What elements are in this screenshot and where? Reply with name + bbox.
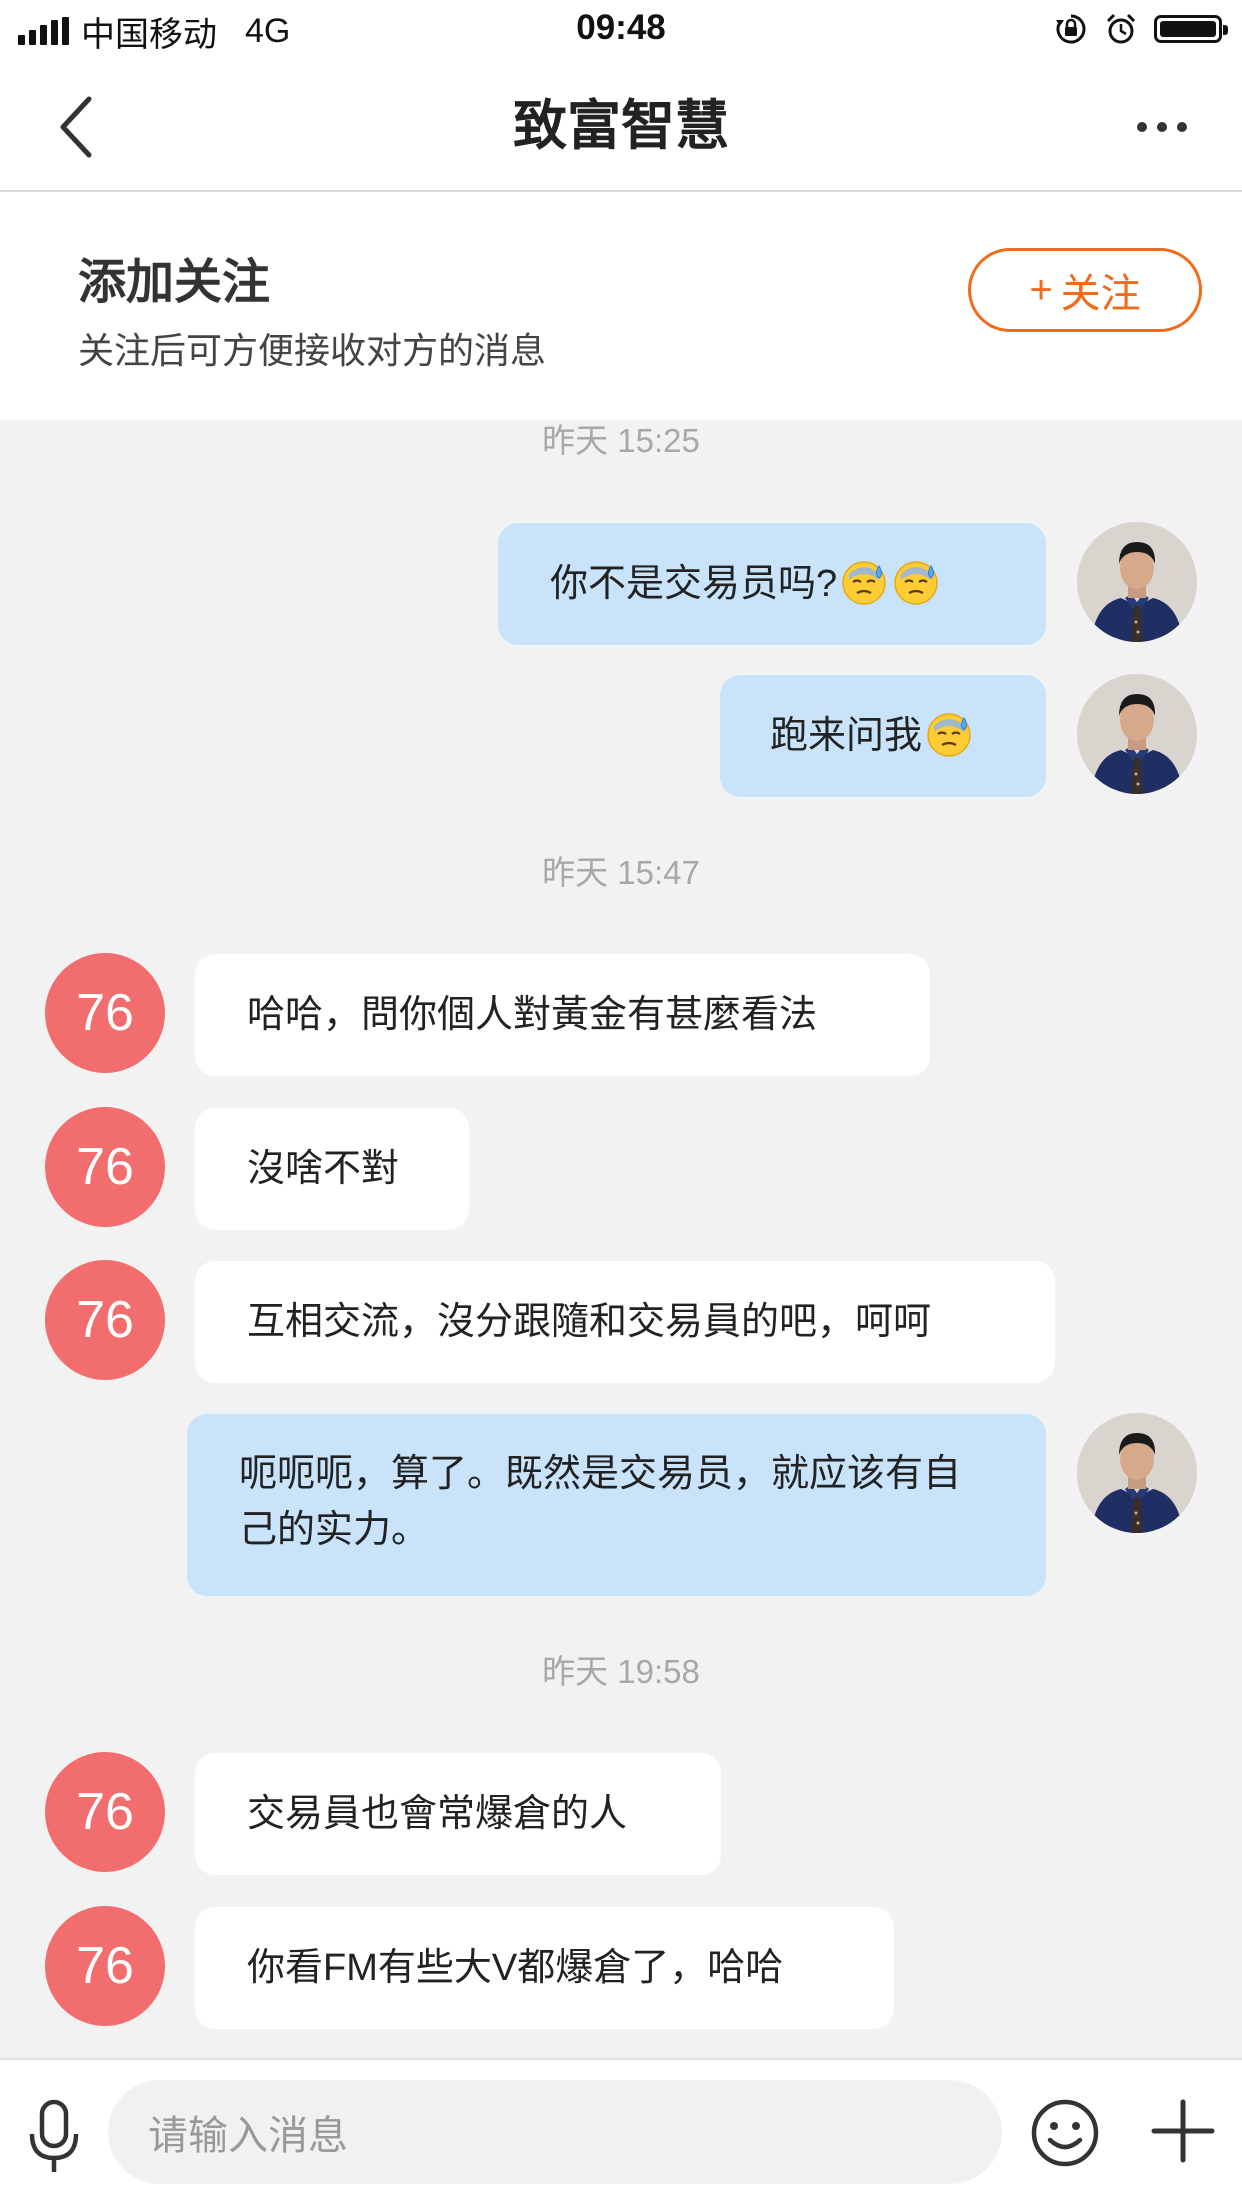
message-text: 互相交流，沒分跟隨和交易員的吧，呵呵 (247, 1301, 932, 1343)
microphone-icon[interactable] (24, 2098, 84, 2178)
follow-banner: 添加关注 关注后可方便接收对方的消息 + 关注 (0, 192, 1242, 420)
message-bubble-theirs[interactable]: 沒啥不對 (195, 1108, 469, 1230)
peer-avatar[interactable]: 76 (45, 1906, 165, 2026)
follow-button[interactable]: + 关注 (968, 248, 1202, 332)
status-right (1054, 12, 1228, 46)
message-bubble-theirs[interactable]: 互相交流，沒分跟隨和交易員的吧，呵呵 (195, 1261, 1055, 1383)
my-avatar[interactable] (1077, 1413, 1197, 1533)
sweat-emoji-icon (891, 556, 941, 606)
message-text: 你不是交易员吗? (550, 563, 838, 605)
my-avatar[interactable] (1077, 522, 1197, 642)
message-text: 哈哈，問你個人對黃金有甚麼看法 (247, 994, 818, 1036)
status-bar: 中国移动 4G 09:48 (0, 0, 1242, 62)
timestamp: 昨天 19:58 (542, 1653, 700, 1690)
my-avatar[interactable] (1077, 674, 1197, 794)
battery-icon (1154, 15, 1228, 43)
follow-button-label: 关注 (1060, 272, 1141, 316)
message-input[interactable]: 请输入消息 (108, 2080, 1002, 2184)
input-bar: 请输入消息 (0, 2058, 1242, 2208)
alarm-icon (1106, 13, 1136, 44)
message-bubble-theirs[interactable]: 交易員也會常爆倉的人 (195, 1753, 721, 1875)
message-bubble-mine[interactable]: 跑来问我 (720, 675, 1046, 797)
message-input-placeholder: 请输入消息 (148, 2114, 348, 2158)
message-text: 交易員也會常爆倉的人 (247, 1793, 628, 1835)
sweat-emoji-icon (924, 708, 974, 758)
message-bubble-theirs[interactable]: 你看FM有些大V都爆倉了，哈哈 (195, 1907, 894, 2029)
message-text: 呃呃呃，算了。既然是交易员，就应该有自己的实力。 (239, 1453, 962, 1551)
page-title: 致富智慧 (513, 96, 729, 156)
peer-avatar[interactable]: 76 (45, 1752, 165, 1872)
avatar-photo-icon (1077, 674, 1197, 794)
follow-title: 添加关注 (78, 256, 271, 309)
message-bubble-mine[interactable]: 你不是交易员吗? (498, 523, 1046, 645)
more-button[interactable] (1122, 92, 1202, 162)
message-text: 你看FM有些大V都爆倉了，哈哈 (247, 1947, 784, 1989)
more-dots-icon (1137, 122, 1147, 132)
avatar-photo-icon (1077, 522, 1197, 642)
rotation-lock-icon (1056, 14, 1086, 44)
message-bubble-mine[interactable]: 呃呃呃，算了。既然是交易员，就应该有自己的实力。 (187, 1414, 1046, 1596)
nav-bar: 致富智慧 (0, 62, 1242, 192)
smiley-icon[interactable] (1030, 2098, 1100, 2168)
peer-avatar[interactable]: 76 (45, 953, 165, 1073)
plus-icon: + (1029, 267, 1053, 312)
message-bubble-theirs[interactable]: 哈哈，問你個人對黃金有甚麼看法 (195, 954, 930, 1076)
timestamp: 昨天 15:47 (542, 854, 700, 891)
message-text: 沒啥不對 (247, 1148, 400, 1190)
timestamp: 昨天 15:25 (542, 422, 700, 459)
peer-avatar[interactable]: 76 (45, 1260, 165, 1380)
message-text: 跑来问我 (770, 715, 923, 757)
plus-icon[interactable] (1150, 2098, 1216, 2164)
follow-subtitle: 关注后可方便接收对方的消息 (78, 330, 547, 371)
sweat-emoji-icon (839, 556, 889, 606)
peer-avatar[interactable]: 76 (45, 1107, 165, 1227)
avatar-photo-icon (1077, 1413, 1197, 1533)
